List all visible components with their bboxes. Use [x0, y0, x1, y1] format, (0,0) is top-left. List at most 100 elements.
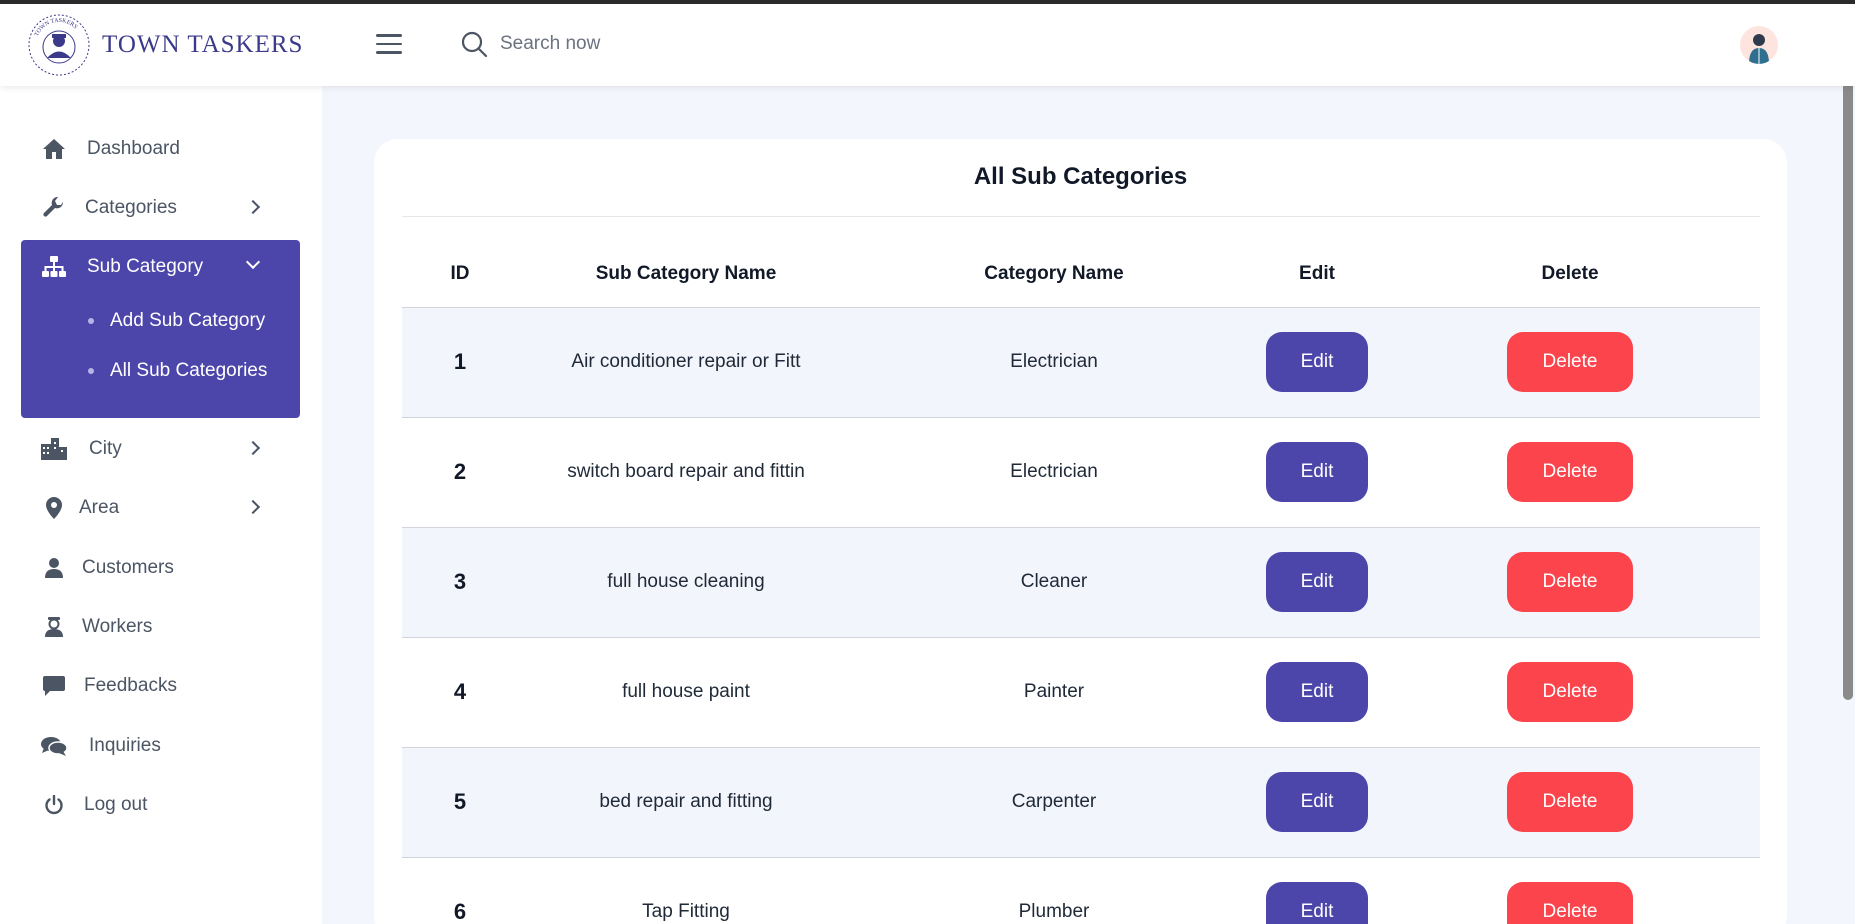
user-avatar[interactable] — [1740, 26, 1778, 64]
column-header-edit: Edit — [1254, 242, 1380, 308]
edit-button[interactable]: Edit — [1266, 332, 1368, 392]
sidebar-item-categories[interactable]: Categories — [21, 181, 300, 235]
sidebar-item-city[interactable]: City — [21, 422, 300, 476]
table-row: 4 full house paint Painter Edit Delete — [402, 637, 1760, 748]
cell-delete: Delete — [1380, 747, 1760, 858]
table-row: 2 switch board repair and fittin Electri… — [402, 417, 1760, 528]
edit-button[interactable]: Edit — [1266, 662, 1368, 722]
home-icon — [41, 136, 67, 162]
chevron-right-icon — [245, 499, 261, 515]
delete-button[interactable]: Delete — [1507, 552, 1633, 612]
cell-category-name: Carpenter — [854, 747, 1254, 858]
avatar-person-icon — [1749, 34, 1769, 64]
cell-edit: Edit — [1254, 747, 1380, 858]
cell-category-name: Plumber — [854, 857, 1254, 924]
cell-category-name: Cleaner — [854, 527, 1254, 638]
logo-badge-icon: TOWN TASKERS — [28, 14, 90, 76]
delete-button[interactable]: Delete — [1507, 882, 1633, 924]
cell-category-name: Electrician — [854, 417, 1254, 528]
cell-edit: Edit — [1254, 857, 1380, 924]
column-header-id: ID — [402, 242, 518, 308]
sidebar-item-label: Categories — [85, 197, 177, 218]
divider — [402, 216, 1760, 217]
delete-button[interactable]: Delete — [1507, 662, 1633, 722]
sidebar-subitem-all-sub-categories[interactable]: All Sub Categories — [110, 360, 267, 382]
search-bar — [460, 30, 800, 58]
comment-icon — [41, 673, 67, 699]
sidebar-item-label: Customers — [82, 557, 174, 578]
edit-button[interactable]: Edit — [1266, 772, 1368, 832]
brand-name: TOWN TASKERS — [102, 31, 304, 58]
sidebar-item-dashboard[interactable]: Dashboard — [21, 122, 300, 176]
table-row: 6 Tap Fitting Plumber Edit Delete — [402, 857, 1760, 924]
cell-delete: Delete — [1380, 417, 1760, 528]
sub-categories-table: ID Sub Category Name Category Name Edit … — [402, 242, 1760, 924]
sidebar-item-log-out[interactable]: Log out — [21, 778, 300, 832]
sidebar-item-label: Sub Category — [87, 256, 204, 277]
cell-id: 6 — [402, 857, 518, 924]
cell-id: 3 — [402, 527, 518, 638]
brand-logo[interactable]: TOWN TASKERS TOWN TASKERS — [26, 12, 303, 78]
user-icon — [41, 555, 67, 581]
top-header: TOWN TASKERS TOWN TASKERS — [0, 4, 1855, 86]
search-input[interactable] — [500, 33, 800, 55]
sub-categories-card: All Sub Categories ID Sub Category Name … — [374, 139, 1787, 924]
column-header-sub-category-name: Sub Category Name — [518, 242, 854, 308]
cell-sub-category-name: Tap Fitting — [518, 857, 854, 924]
column-header-category-name: Category Name — [854, 242, 1254, 308]
wrench-icon — [41, 195, 67, 221]
power-icon — [41, 792, 67, 818]
table-row: 1 Air conditioner repair or Fitt Electri… — [402, 307, 1760, 418]
table-row: 5 bed repair and fitting Carpenter Edit … — [402, 747, 1760, 858]
page-scrollbar[interactable] — [1843, 28, 1853, 700]
cell-id: 2 — [402, 417, 518, 528]
cell-delete: Delete — [1380, 307, 1760, 418]
search-icon[interactable] — [460, 30, 488, 58]
bullet-icon — [88, 318, 94, 324]
cell-edit: Edit — [1254, 637, 1380, 748]
sidebar-item-label: Feedbacks — [84, 675, 177, 696]
cell-delete: Delete — [1380, 637, 1760, 748]
table-row: 3 full house cleaning Cleaner Edit Delet… — [402, 527, 1760, 638]
menu-toggle-icon[interactable] — [376, 34, 402, 56]
cell-sub-category-name: bed repair and fitting — [518, 747, 854, 858]
sidebar-item-label: Dashboard — [87, 138, 180, 159]
cell-category-name: Electrician — [854, 307, 1254, 418]
cell-sub-category-name: full house paint — [518, 637, 854, 748]
sidebar-item-label: Workers — [82, 616, 153, 637]
sidebar-item-label: Log out — [84, 794, 148, 815]
edit-button[interactable]: Edit — [1266, 442, 1368, 502]
bullet-icon — [88, 368, 94, 374]
sidebar-item-label: Area — [79, 497, 120, 518]
chevron-right-icon — [245, 199, 261, 215]
cell-sub-category-name: Air conditioner repair or Fitt — [518, 307, 854, 418]
cell-edit: Edit — [1254, 307, 1380, 418]
column-header-delete: Delete — [1380, 242, 1760, 308]
delete-button[interactable]: Delete — [1507, 772, 1633, 832]
sidebar-subitem-add-sub-category[interactable]: Add Sub Category — [110, 310, 265, 332]
sidebar-item-customers[interactable]: Customers — [21, 541, 300, 595]
sidebar-item-sub-category[interactable]: Sub Category — [21, 240, 300, 294]
page-title: All Sub Categories — [973, 163, 1188, 190]
delete-button[interactable]: Delete — [1507, 442, 1633, 502]
sidebar-item-inquiries[interactable]: Inquiries — [21, 719, 300, 773]
sidebar-item-workers[interactable]: Workers — [21, 600, 300, 654]
sitemap-icon — [41, 254, 67, 280]
cell-edit: Edit — [1254, 417, 1380, 528]
cell-edit: Edit — [1254, 527, 1380, 638]
sidebar-item-feedbacks[interactable]: Feedbacks — [21, 659, 300, 713]
sidebar-item-label: Inquiries — [89, 735, 161, 756]
edit-button[interactable]: Edit — [1266, 552, 1368, 612]
cell-delete: Delete — [1380, 527, 1760, 638]
city-icon — [41, 436, 67, 462]
sidebar-item-label: City — [89, 438, 122, 459]
chevron-right-icon — [245, 440, 261, 456]
comments-icon — [41, 733, 67, 759]
cell-delete: Delete — [1380, 857, 1760, 924]
sidebar-item-area[interactable]: Area — [21, 481, 300, 535]
delete-button[interactable]: Delete — [1507, 332, 1633, 392]
chevron-down-icon — [245, 254, 261, 270]
cell-sub-category-name: switch board repair and fittin — [518, 417, 854, 528]
edit-button[interactable]: Edit — [1266, 882, 1368, 924]
cell-sub-category-name: full house cleaning — [518, 527, 854, 638]
